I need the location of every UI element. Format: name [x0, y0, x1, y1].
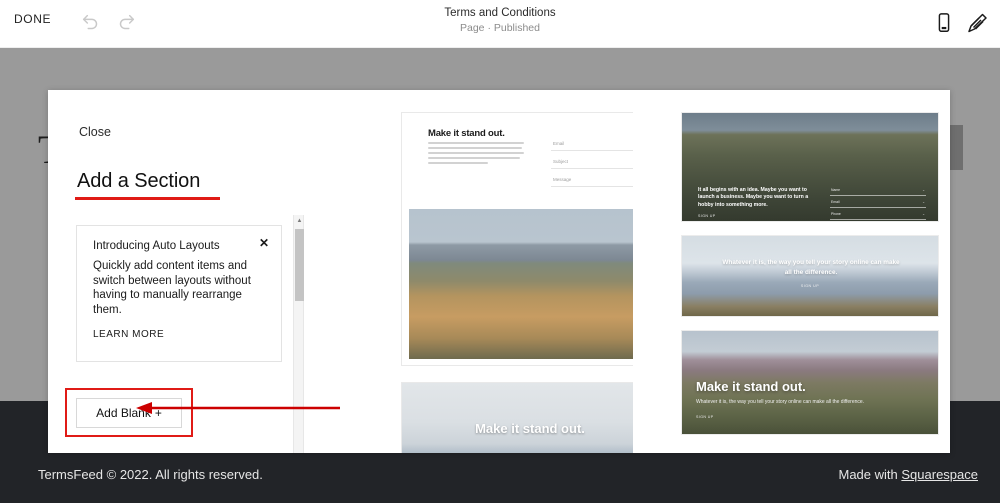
form-field-row[interactable]: Phone ⌄: [830, 211, 926, 220]
footer-made-with-label: Made with: [838, 467, 898, 482]
field-label: Message: [553, 177, 572, 182]
preview-heading: Make it stand out.: [428, 128, 505, 139]
chevron-down-icon: ⌄: [922, 200, 925, 204]
hero-signup-button[interactable]: SIGN UP: [698, 214, 716, 218]
footer-made-with: Made with Squarespace: [839, 467, 979, 482]
squarespace-editor: T ^ Images shot at Aro Ha TermsFeed © 20…: [0, 0, 1000, 503]
done-button[interactable]: DONE: [14, 12, 51, 26]
form-field-row[interactable]: Message ⌄: [551, 175, 645, 187]
preview-form-fields: Email ⌄ Subject ⌄ Message ⌄: [551, 139, 645, 193]
center-preview-column: Make it stand out. Email ⌄ Subject ⌄ Mes…: [353, 90, 659, 453]
preview-banner-heading: Make it stand out.: [475, 421, 585, 436]
promo-title: Introducing Auto Layouts: [93, 240, 220, 252]
editor-toolbar: DONE Terms and Conditions Page · Publish…: [0, 0, 1000, 48]
field-label: Phone: [831, 212, 841, 216]
promo-body: Quickly add content items and switch bet…: [93, 260, 251, 316]
page-info: Terms and Conditions Page · Published: [0, 6, 1000, 35]
scroll-up-icon[interactable]: ▲: [294, 215, 305, 226]
form-field-row[interactable]: Name ⌄: [830, 187, 926, 196]
undo-icon[interactable]: [80, 12, 102, 34]
preview-card-banner[interactable]: Make it stand out.: [401, 382, 659, 453]
form-field-row[interactable]: Subject ⌄: [551, 157, 645, 169]
form-field-row[interactable]: Email ⌄: [830, 199, 926, 208]
squarespace-link[interactable]: Squarespace: [901, 467, 978, 482]
paintbrush-icon[interactable]: [964, 8, 990, 38]
quote-signup-button[interactable]: SIGN UP: [682, 284, 938, 288]
add-blank-annotation-arrow: [126, 400, 341, 416]
chevron-down-icon: ⌄: [922, 212, 925, 216]
field-label: Name: [831, 188, 841, 192]
title-annotation-underline: [75, 197, 220, 200]
preview-image-cloudy-mountain: [402, 383, 658, 453]
modal-left-panel: Close Add a Section Introducing Auto Lay…: [48, 90, 353, 453]
close-button[interactable]: Close: [79, 125, 111, 139]
promo-close-icon[interactable]: ✕: [259, 237, 269, 249]
learn-more-link[interactable]: LEARN MORE: [93, 329, 164, 340]
mobile-preview-icon[interactable]: [933, 8, 955, 38]
scrollbar-thumb[interactable]: [295, 229, 304, 301]
auto-layouts-promo-card: Introducing Auto Layouts ✕ Quickly add c…: [76, 225, 282, 362]
page-status: Page · Published: [460, 22, 540, 34]
preview-card-idea-hero[interactable]: It all begins with an idea. Maybe you wa…: [681, 112, 939, 222]
preview-body-placeholder: [428, 142, 524, 167]
stand-out-signup-button[interactable]: SIGN UP: [696, 415, 714, 419]
quote-text: Whatever it is, the way you tell your st…: [722, 259, 900, 276]
field-label: Email: [553, 141, 565, 146]
chevron-down-icon: ⌄: [922, 188, 925, 192]
hero-body-text: It all begins with an idea. Maybe you wa…: [698, 187, 809, 208]
hero-form-fields: Name ⌄ Email ⌄ Phone ⌄: [830, 187, 926, 221]
form-field-row[interactable]: Email ⌄: [551, 139, 645, 151]
left-panel-scrollbar[interactable]: ▲ ▼: [293, 215, 304, 453]
preview-image-mountain-lake: [409, 209, 651, 359]
page-title: Terms and Conditions: [444, 7, 556, 19]
preview-card-story-quote[interactable]: Whatever it is, the way you tell your st…: [681, 235, 939, 317]
redo-icon[interactable]: [115, 12, 137, 34]
stand-out-subtitle: Whatever it is, the way you tell your st…: [696, 399, 865, 405]
preview-card-form[interactable]: Make it stand out. Email ⌄ Subject ⌄ Mes…: [401, 112, 659, 366]
preview-card-stand-out[interactable]: Make it stand out. Whatever it is, the w…: [681, 330, 939, 435]
modal-title: Add a Section: [77, 170, 201, 192]
add-section-modal: Close Add a Section Introducing Auto Lay…: [48, 90, 950, 453]
right-preview-column: It all begins with an idea. Maybe you wa…: [633, 90, 950, 453]
footer-copyright: TermsFeed © 2022. All rights reserved.: [38, 467, 263, 482]
stand-out-title: Make it stand out.: [696, 379, 806, 394]
field-label: Subject: [553, 159, 569, 164]
field-label: Email: [831, 200, 840, 204]
